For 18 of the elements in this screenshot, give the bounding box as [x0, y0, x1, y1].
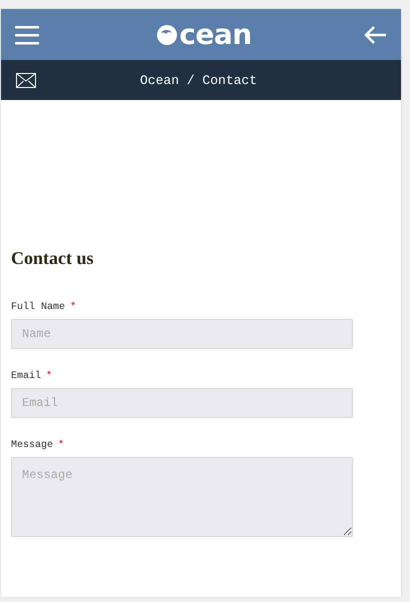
message-field[interactable]: Message — [11, 457, 353, 537]
back-button[interactable] — [362, 24, 387, 44]
breadcrumb: Ocean / Contact — [140, 72, 258, 88]
input-field[interactable]: Email — [11, 388, 353, 418]
field-label: Full Name — [11, 302, 66, 313]
required-mark: * — [70, 302, 76, 313]
required-mark: * — [58, 440, 64, 451]
required-mark: * — [46, 371, 52, 382]
logo-text: cean — [179, 18, 252, 51]
field-label: Email — [11, 371, 42, 382]
back-arrow-icon — [362, 24, 387, 44]
logo-icon — [156, 24, 178, 46]
form-title: Contact us — [11, 248, 95, 269]
envelope-icon[interactable] — [16, 72, 36, 88]
menu-button[interactable] — [15, 24, 39, 44]
field-label: Message — [11, 440, 54, 451]
input-field[interactable]: Name — [11, 319, 353, 349]
menu-icon — [15, 24, 39, 44]
